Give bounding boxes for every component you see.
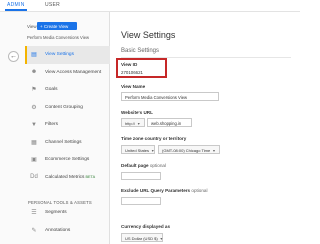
exclude-params-label-text: Exclude URL Query Parameters (121, 188, 191, 193)
beta-badge: BETA (85, 175, 96, 180)
nav-item-goals[interactable]: ⚑ Goals (25, 81, 110, 99)
default-page-field[interactable] (121, 172, 161, 180)
nav-item-label: Channel Settings (45, 139, 82, 145)
protocol-select[interactable]: http://▼ (121, 118, 145, 127)
nav-item-label: Ecommerce Settings (45, 157, 90, 163)
nav-item-view-settings[interactable]: ▤ View Settings (25, 46, 110, 64)
chevron-down-icon: ▼ (137, 121, 141, 126)
exclude-params-field[interactable] (121, 197, 161, 205)
create-view-label: + Create View (40, 23, 69, 29)
nav-item-label: Content Grouping (45, 104, 83, 110)
top-tabs: ADMIN USER (0, 0, 300, 11)
tab-admin[interactable]: ADMIN (7, 2, 25, 8)
nav-item-calculated-metrics[interactable]: Dd Calculated Metrics BETA (25, 169, 110, 187)
document-icon: ▤ (31, 52, 37, 59)
optional-note: optional (191, 188, 208, 193)
section-subtitle: Basic Settings (121, 48, 160, 54)
nav-item-label: Annotations (45, 227, 71, 233)
annotation-icon: ✎ (31, 227, 37, 234)
view-selector[interactable]: Perform Media Conversions View (27, 35, 89, 40)
tab-user[interactable]: USER (45, 2, 60, 8)
nav-item-channel-settings[interactable]: ▦ Channel Settings (25, 134, 110, 152)
nav-item-label: View Settings (45, 52, 74, 58)
chevron-down-icon: ▼ (212, 148, 216, 153)
nav-item-label: Goals (45, 87, 58, 93)
protocol-value: http:// (125, 120, 136, 126)
country-select[interactable]: United States ▼ (121, 145, 155, 154)
filter-icon: ▼ (31, 121, 37, 128)
website-url-field[interactable]: web.shopping.in (147, 118, 192, 127)
view-name-value: Perform Media Conversions View (125, 94, 188, 100)
nav-item-filters[interactable]: ▼ Filters (25, 116, 110, 134)
create-view-button[interactable]: + Create View (37, 22, 77, 30)
nav-item-label: Filters (45, 122, 59, 128)
users-icon: ☻ (30, 69, 38, 76)
default-page-label: Default page optional (121, 163, 166, 168)
view-nav: ▤ View Settings ☻ View Access Management… (25, 46, 110, 186)
view-name-field[interactable]: Perform Media Conversions View (121, 92, 219, 101)
view-name-label: View Name (121, 84, 146, 89)
personal-tools-nav: ☰ Segments ✎ Annotations (25, 204, 110, 239)
nav-item-label: Calculated Metrics (45, 174, 85, 180)
website-url-value: web.shopping.in (151, 120, 182, 126)
cart-icon: ▣ (31, 157, 37, 164)
default-page-label-text: Default page (121, 163, 149, 168)
flag-icon: ⚑ (31, 87, 37, 94)
nav-item-label: Segments (45, 210, 67, 216)
segments-icon: ☰ (31, 210, 37, 217)
channel-icon: ▦ (31, 139, 37, 146)
view-id-highlight (116, 58, 167, 78)
nav-item-segments[interactable]: ☰ Segments (25, 204, 110, 222)
currency-label: Currency displayed as (121, 224, 171, 229)
timezone-label: Time zone country or territory (121, 136, 187, 141)
nav-item-ecommerce-settings[interactable]: ▣ Ecommerce Settings (25, 151, 110, 169)
optional-note: optional (149, 163, 166, 168)
currency-select[interactable]: US Dollar (USD $) ▼ (121, 233, 163, 242)
page-title: View Settings (121, 30, 176, 40)
nav-item-annotations[interactable]: ✎ Annotations (25, 222, 110, 240)
view-id-value: 270106621 (121, 70, 143, 75)
view-id-label: View ID (121, 62, 138, 67)
nav-item-label: View Access Management (45, 69, 102, 75)
grouping-icon: ⚙ (31, 104, 37, 111)
timezone-value: (GMT-08:00) Chicago Time (162, 147, 211, 153)
country-value: United States (125, 147, 150, 153)
chevron-down-icon: ▼ (159, 236, 164, 241)
nav-item-view-access-management[interactable]: ☻ View Access Management (25, 64, 110, 82)
chevron-down-icon: ▼ (151, 148, 155, 153)
website-url-label: Website's URL (121, 110, 153, 115)
exclude-params-label: Exclude URL Query Parameters optional (121, 188, 207, 193)
arrow-left-icon[interactable]: ← (8, 51, 19, 62)
nav-item-content-grouping[interactable]: ⚙ Content Grouping (25, 99, 110, 117)
view-label: View (27, 24, 37, 29)
timezone-select[interactable]: (GMT-08:00) Chicago Time ▼ (158, 145, 220, 154)
calculator-icon: Dd (30, 174, 38, 181)
currency-value: US Dollar (USD $) (125, 235, 158, 241)
